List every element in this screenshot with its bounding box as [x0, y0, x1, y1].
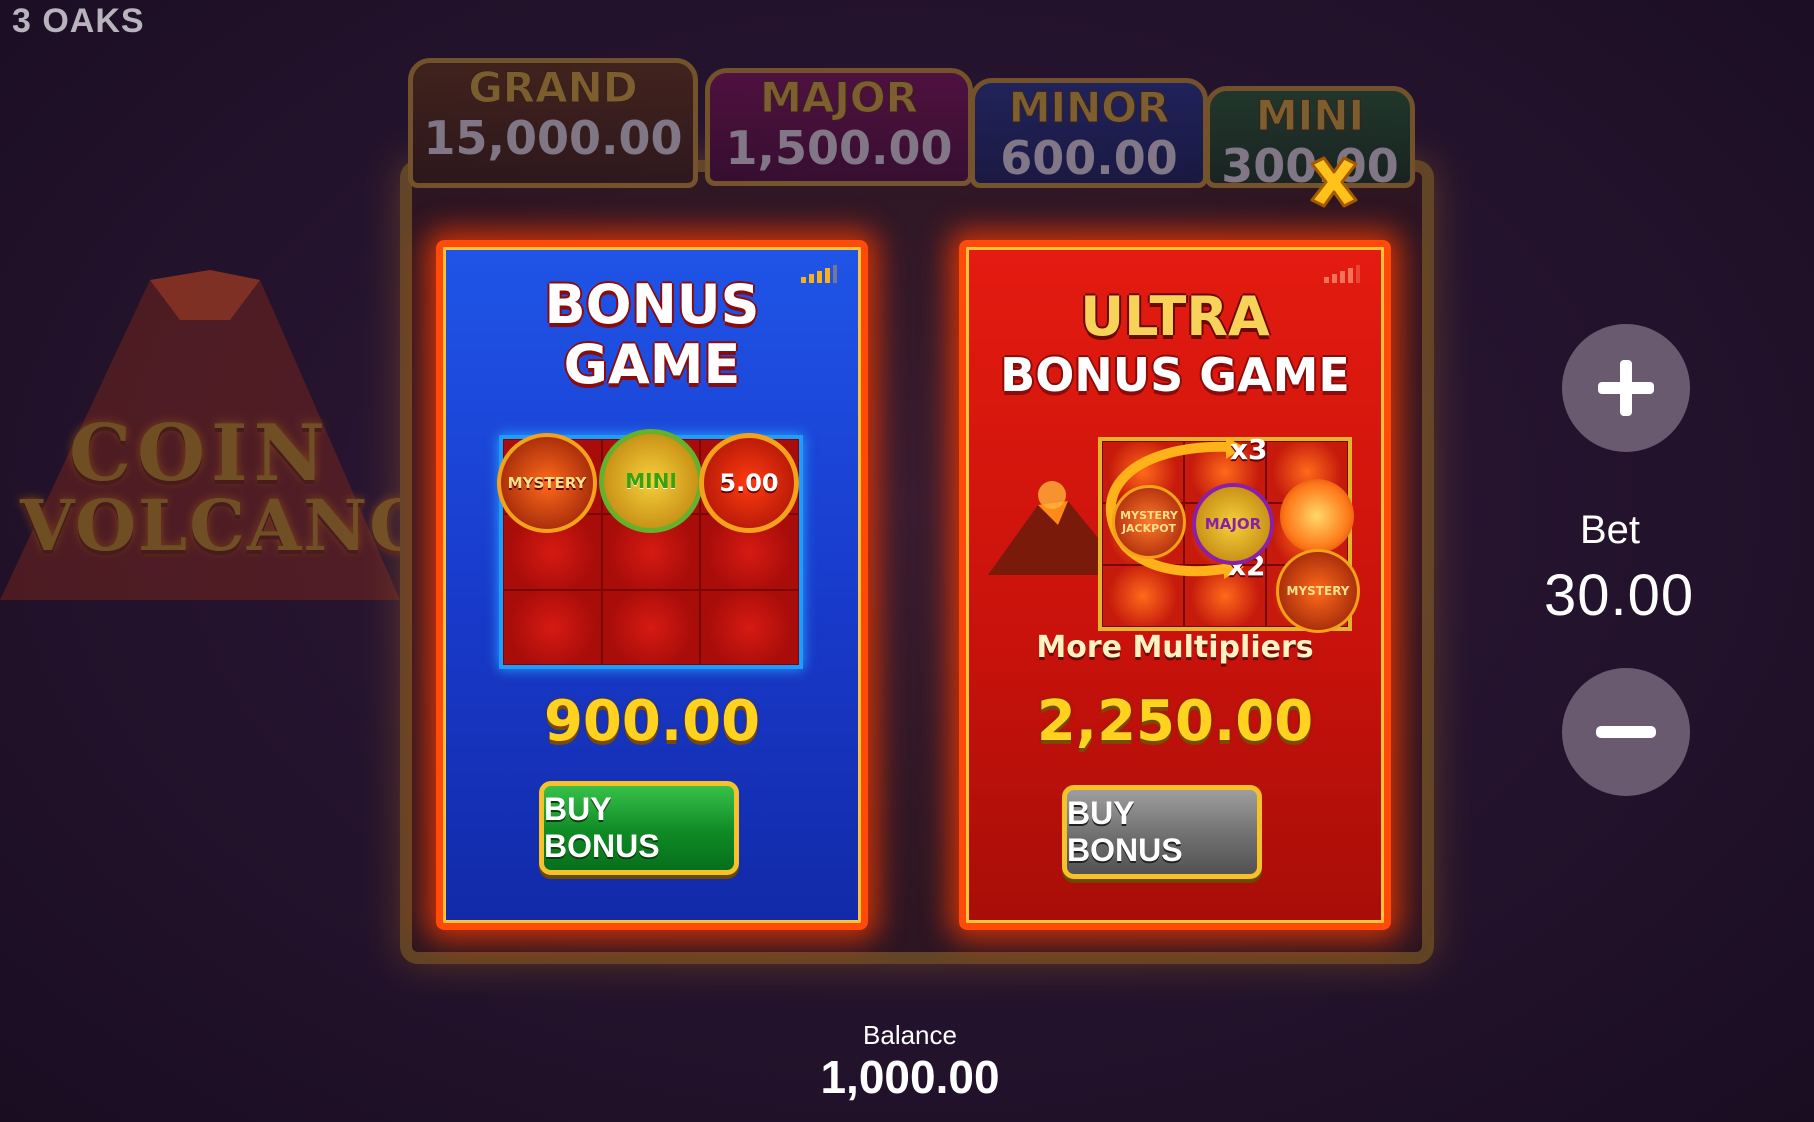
close-x-icon[interactable] — [1302, 150, 1366, 214]
mini-coin: MINI — [599, 429, 703, 533]
jackpot-minor-value: 600.00 — [1000, 131, 1178, 185]
jackpot-major: MAJOR 1,500.00 — [705, 68, 973, 186]
major-coin: MAJOR — [1192, 483, 1274, 565]
ultra-title-line2: BONUS GAME — [1000, 348, 1350, 402]
balance-value: 1,000.00 — [820, 1051, 1000, 1103]
jackpot-major-value: 1,500.00 — [725, 121, 953, 175]
bonus-game-title: BONUS GAME — [443, 275, 861, 395]
minus-icon — [1596, 726, 1656, 738]
jackpot-grand-value: 15,000.00 — [423, 111, 683, 165]
ultra-bonus-game-panel: ULTRA BONUS GAME x3 x2 MYSTERY JACKPOT M… — [959, 240, 1391, 930]
game-logo-line2: VOLCANO — [20, 484, 433, 567]
ultra-title-line1: ULTRA — [1080, 285, 1270, 348]
jackpot-minor: MINOR 600.00 — [970, 78, 1208, 188]
fire-swirl-icon — [1280, 479, 1354, 553]
jackpot-major-name: MAJOR — [760, 73, 919, 123]
bonus-game-title-line1: BONUS — [544, 273, 760, 336]
jackpot-minor-name: MINOR — [1008, 83, 1170, 133]
signal-strength-icon — [1324, 265, 1360, 283]
multiplier-x3: x3 — [1230, 433, 1268, 466]
plus-icon — [1598, 360, 1654, 416]
bet-value: 30.00 — [1544, 563, 1695, 628]
bonus-game-panel: BONUS GAME MYSTERY MINI 5.00 900.00 BUY … — [436, 240, 868, 930]
background-scene: COIN VOLCANO GRAND 15,000.00 MAJOR 1,500… — [0, 0, 1814, 1122]
jackpot-grand-name: GRAND — [468, 63, 638, 113]
game-logo: COIN VOLCANO — [20, 408, 433, 567]
more-multipliers-text: More Multipliers — [1036, 630, 1314, 665]
ultra-bonus-price: 2,250.00 — [1036, 689, 1314, 754]
bonus-game-price: 900.00 — [543, 689, 761, 754]
buy-bonus-button[interactable]: BUY BONUS — [539, 781, 739, 875]
mystery-coin: MYSTERY — [1276, 549, 1360, 633]
value-coin: 5.00 — [699, 433, 799, 533]
mystery-coin: MYSTERY — [497, 433, 597, 533]
balance-label: Balance — [863, 1020, 957, 1050]
jackpot-mini-name: MINI — [1255, 91, 1365, 141]
bet-decrease-button[interactable] — [1562, 668, 1690, 796]
bet-label: Bet — [1580, 508, 1641, 552]
bet-increase-button[interactable] — [1562, 324, 1690, 452]
buy-ultra-bonus-button[interactable]: BUY BONUS — [1062, 785, 1262, 879]
bonus-game-title-line2: GAME — [563, 333, 741, 396]
mystery-jackpot-coin: MYSTERY JACKPOT — [1112, 485, 1186, 559]
provider-logo: 3 OAKS — [12, 2, 145, 40]
game-logo-line1: COIN — [69, 408, 331, 499]
jackpot-grand: GRAND 15,000.00 — [408, 58, 698, 188]
